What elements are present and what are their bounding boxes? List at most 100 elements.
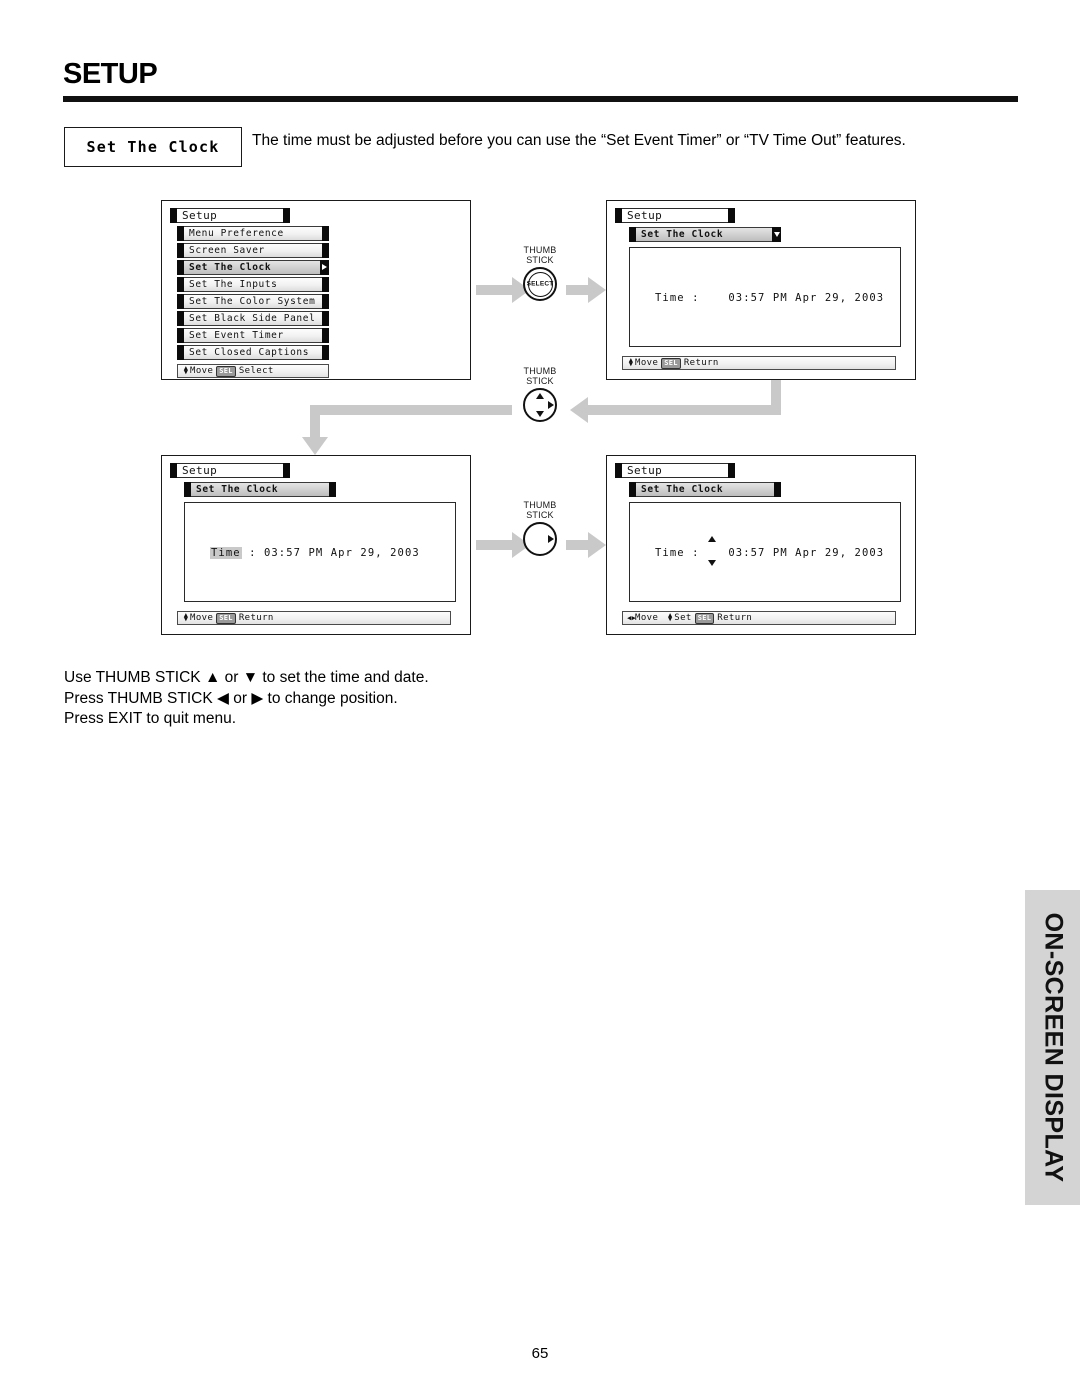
row-cap-left: [177, 226, 184, 241]
up-down-arrow-icon: ▲ ▼: [183, 364, 189, 376]
menu-item-set-event-timer[interactable]: Set Event Timer: [177, 328, 329, 343]
menu-item-set-closed-captions[interactable]: Set Closed Captions: [177, 345, 329, 360]
flow-path-tr-left: [588, 405, 781, 415]
arrow-right-icon: [548, 401, 554, 409]
osd-window-title-bar: Setup: [615, 208, 735, 223]
osd-content-frame: Time : 03:57 PM Apr 29, 2003: [629, 247, 901, 347]
sel-key-icon: SEL: [661, 357, 681, 369]
osd-footer-hints: ▲ ▼ Move SEL Return: [177, 611, 451, 625]
footer-move-label: Move: [190, 613, 214, 623]
arrow-down-icon: [536, 411, 544, 417]
osd-footer-hints: ▲ ▼ Move SEL Select: [177, 364, 329, 378]
osd-subtitle-text: Set The Clock: [636, 227, 772, 242]
title-divider: [63, 96, 1018, 102]
sub-cap-left: [629, 227, 636, 242]
thumb-stick-select-text: SELECT: [526, 280, 554, 288]
footer-action-label: Return: [238, 613, 274, 623]
row-cap-left: [177, 345, 184, 360]
thumb-stick-knob-icon[interactable]: SELECT: [523, 267, 557, 301]
flow-arrow-bl-to-knob3: [476, 540, 512, 550]
section-side-tab-text: ON-SCREEN DISPLAY: [1039, 912, 1068, 1183]
osd-subtitle-bar: Set The Clock: [629, 482, 781, 497]
title-cap-right: [728, 208, 735, 223]
flow-arrow-head-4: [302, 437, 328, 455]
title-cap-left: [170, 463, 177, 478]
footer-action-label: Return: [683, 358, 719, 368]
thumb-stick-select[interactable]: THUMB STICK SELECT: [512, 245, 568, 301]
flow-arrow-knob1-to-tr: [566, 285, 588, 295]
flow-arrow-head-2: [588, 277, 606, 303]
row-cap-right: [322, 328, 329, 343]
sub-cap-left: [184, 482, 191, 497]
title-cap-left: [615, 208, 622, 223]
menu-item-label: Menu Preference: [184, 226, 322, 241]
menu-item-menu-preference[interactable]: Menu Preference: [177, 226, 329, 241]
menu-item-label: Set Black Side Panel: [184, 311, 322, 326]
left-right-arrow-icon: ◀▶: [627, 614, 637, 622]
feature-label-text: Set The Clock: [86, 138, 220, 156]
menu-item-label: Screen Saver: [184, 243, 322, 258]
osd-subtitle-bar: Set The Clock: [184, 482, 336, 497]
osd-content-frame: Time : 03:57 PM Apr 29, 2003: [184, 502, 456, 602]
instruction-line-3: Press EXIT to quit menu.: [64, 710, 237, 728]
thumb-stick-label-line1: THUMB: [523, 366, 557, 376]
page-title: SETUP: [63, 58, 158, 90]
title-cap-left: [615, 463, 622, 478]
row-cap-right: [322, 294, 329, 309]
osd-flow-diagram: Setup Menu Preference Screen Saver Set T…: [0, 190, 1010, 645]
osd-content-frame: Time : 03:57 PM Apr 29, 2003: [629, 502, 901, 602]
osd-panel-clock-adjust: Setup Set The Clock Time : 03:57 PM Apr …: [606, 455, 916, 635]
title-cap-right: [283, 463, 290, 478]
footer-move-label: Move: [190, 366, 214, 376]
decrement-caret-icon[interactable]: [708, 560, 716, 566]
section-side-tab: ON-SCREEN DISPLAY: [1025, 890, 1080, 1205]
thumb-stick-knob-icon[interactable]: [523, 522, 557, 556]
thumb-stick-label-line2: STICK: [526, 376, 554, 386]
row-cap-right: [322, 226, 329, 241]
menu-item-set-the-color-system[interactable]: Set The Color System: [177, 294, 329, 309]
row-cap-left: [177, 328, 184, 343]
flow-arrow-knob3-to-br: [566, 540, 588, 550]
setup-menu-list: Menu Preference Screen Saver Set The Clo…: [177, 226, 329, 362]
page-number: 65: [531, 1345, 549, 1362]
chevron-down-icon: [772, 227, 781, 242]
thumb-stick-move-right[interactable]: THUMB STICK: [512, 500, 568, 556]
up-down-arrow-icon: ▲ ▼: [628, 356, 634, 368]
footer-move-label: Move: [635, 358, 659, 368]
row-cap-right: [322, 345, 329, 360]
sub-cap-left: [629, 482, 636, 497]
row-cap-right: [322, 311, 329, 326]
time-label-highlighted[interactable]: Time: [210, 547, 242, 559]
flow-arrow-tl-to-knob1: [476, 285, 512, 295]
menu-item-set-the-clock[interactable]: Set The Clock: [177, 260, 329, 275]
osd-panel-setup-menu: Setup Menu Preference Screen Saver Set T…: [161, 200, 471, 380]
menu-item-screen-saver[interactable]: Screen Saver: [177, 243, 329, 258]
sel-key-icon: SEL: [694, 612, 715, 624]
flow-path-knob2-left: [310, 405, 512, 415]
osd-subtitle-bar: Set The Clock: [629, 227, 781, 242]
thumb-stick-knob-icon[interactable]: [523, 388, 557, 422]
title-cap-left: [170, 208, 177, 223]
footer-action-label: Select: [238, 366, 274, 376]
menu-item-set-the-inputs[interactable]: Set The Inputs: [177, 277, 329, 292]
footer-set-label: Set: [674, 613, 692, 623]
thumb-stick-label-line2: STICK: [526, 510, 554, 520]
time-value: 03:57 PM Apr 29, 2003: [728, 292, 885, 304]
title-cap-right: [728, 463, 735, 478]
row-cap-left: [177, 294, 184, 309]
time-label: Time :: [655, 547, 700, 559]
thumb-stick-navigate[interactable]: THUMB STICK: [512, 366, 568, 422]
osd-window-title-bar: Setup: [615, 463, 735, 478]
time-display: Time : 03:57 PM Apr 29, 2003: [210, 547, 420, 559]
row-cap-left: [177, 277, 184, 292]
menu-item-label: Set The Clock: [184, 260, 320, 275]
menu-item-label: Set The Color System: [184, 294, 322, 309]
footer-action-label: Return: [717, 613, 753, 623]
increment-caret-icon[interactable]: [708, 536, 716, 542]
row-cap-left: [177, 260, 184, 275]
up-down-arrow-icon: ▲ ▼: [183, 611, 189, 623]
feature-label-box: Set The Clock: [64, 127, 242, 167]
osd-window-title-text: Setup: [622, 463, 728, 478]
flow-arrow-head-6: [588, 532, 606, 558]
menu-item-set-black-side-panel[interactable]: Set Black Side Panel: [177, 311, 329, 326]
